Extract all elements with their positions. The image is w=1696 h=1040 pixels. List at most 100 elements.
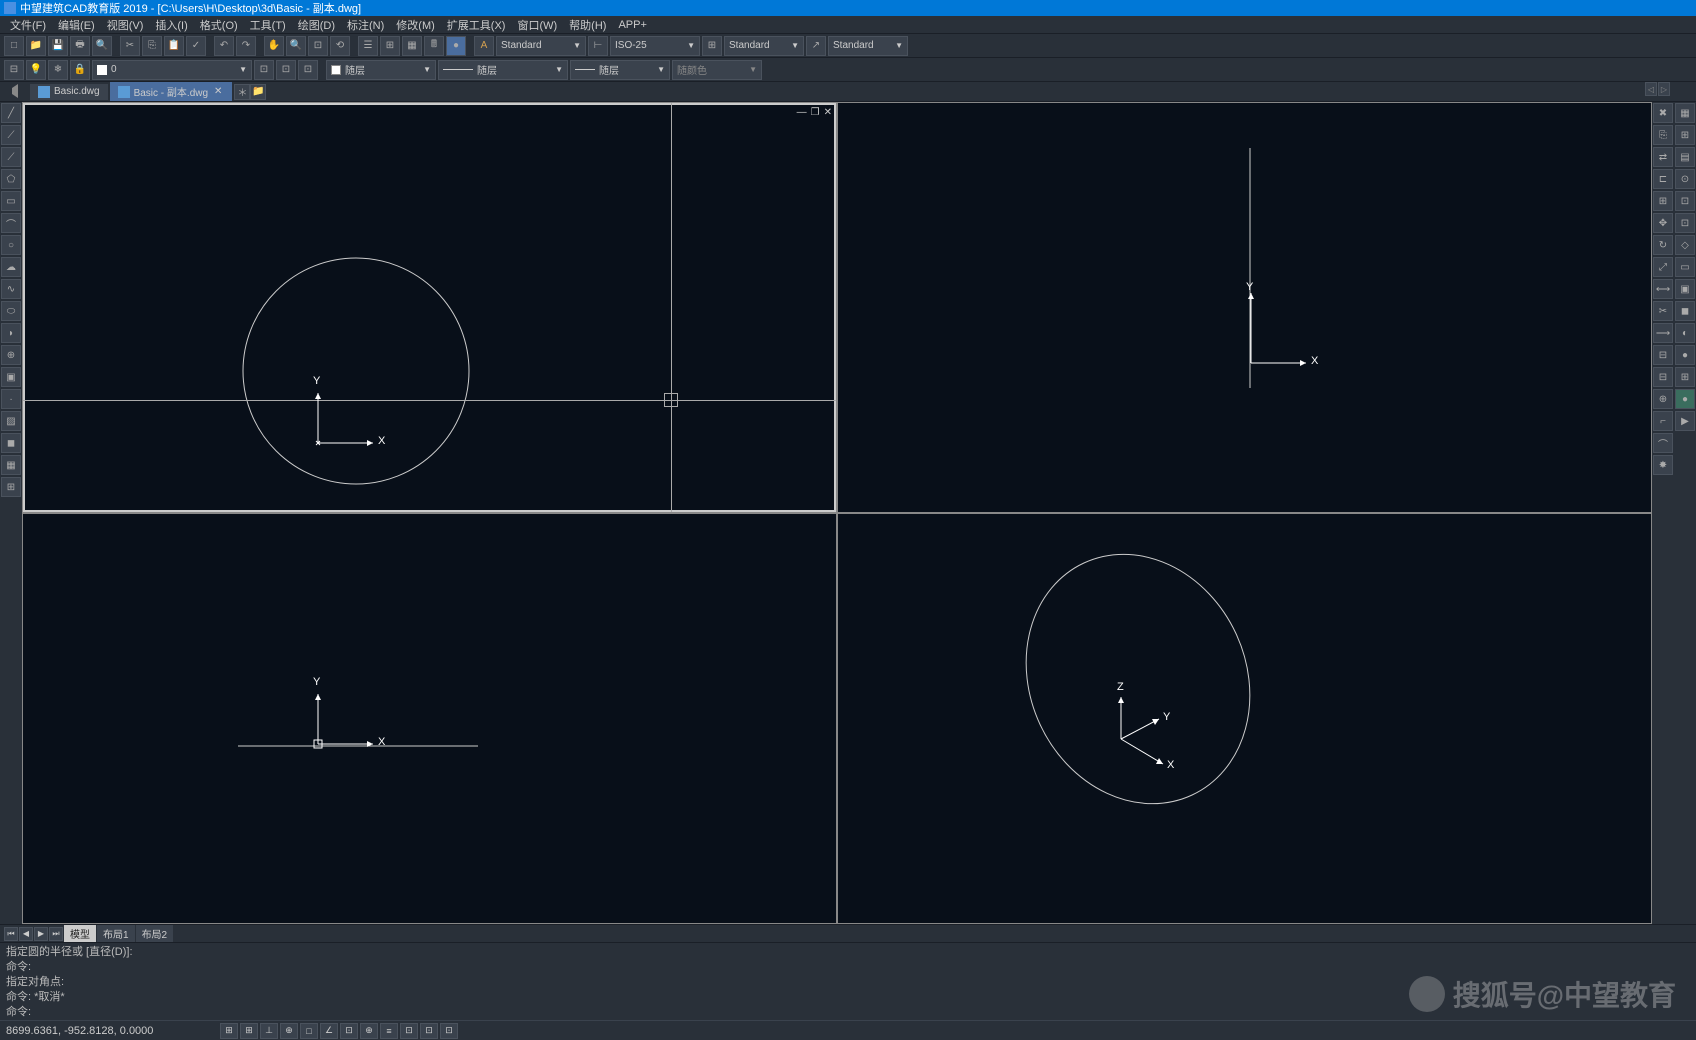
rotate-icon[interactable]: ↻ xyxy=(1653,235,1673,255)
tab-scroll-left-icon[interactable]: ◁ xyxy=(1645,82,1657,96)
line-icon[interactable]: ╱ xyxy=(1,103,21,123)
design-center-icon[interactable]: ⊞ xyxy=(380,36,400,56)
scale-icon[interactable]: ⤢ xyxy=(1653,257,1673,277)
named-views-icon[interactable]: ▤ xyxy=(1675,147,1695,167)
mleader-style-icon[interactable]: ↗ xyxy=(806,36,826,56)
menu-tools[interactable]: 工具(T) xyxy=(244,17,292,33)
menu-format[interactable]: 格式(O) xyxy=(194,17,244,33)
block-icon[interactable]: ▣ xyxy=(1,367,21,387)
doc-tab-basic-copy[interactable]: Basic - 副本.dwg ✕ xyxy=(110,82,233,101)
fillet-icon[interactable]: ⌒ xyxy=(1653,433,1673,453)
copy-icon[interactable]: ⎘ xyxy=(142,36,162,56)
trim-icon[interactable]: ✂ xyxy=(1653,301,1673,321)
osnap-icon[interactable]: □ xyxy=(300,1023,318,1039)
color-dropdown[interactable]: 随层▼ xyxy=(326,60,436,80)
top-view-icon[interactable]: ⊡ xyxy=(1675,191,1695,211)
stretch-icon[interactable]: ⟷ xyxy=(1653,279,1673,299)
layer-dropdown[interactable]: 0▼ xyxy=(92,60,252,80)
lwt-icon[interactable]: ≡ xyxy=(380,1023,398,1039)
rectangle-icon[interactable]: ▭ xyxy=(1,191,21,211)
viewport-bottom-left[interactable]: X Y xyxy=(22,513,837,924)
match-icon[interactable]: ✓ xyxy=(186,36,206,56)
ortho-icon[interactable]: ⊥ xyxy=(260,1023,278,1039)
tool-palette-icon[interactable]: ▦ xyxy=(402,36,422,56)
xline-icon[interactable]: ⟋ xyxy=(1,125,21,145)
vs-wireframe-icon[interactable]: ⊞ xyxy=(1675,367,1695,387)
menu-help[interactable]: 帮助(H) xyxy=(563,17,612,33)
dyn-icon[interactable]: ⊕ xyxy=(360,1023,378,1039)
dim-style-dropdown[interactable]: ISO-25▼ xyxy=(610,36,700,56)
mirror-icon[interactable]: ⇄ xyxy=(1653,147,1673,167)
iso-view-icon[interactable]: ◇ xyxy=(1675,235,1695,255)
command-line[interactable]: 指定圆的半径或 [直径(D)]: 命令: 指定对角点: 命令: *取消* 命令: xyxy=(0,942,1696,1020)
ellipse-arc-icon[interactable]: ◗ xyxy=(1,323,21,343)
dim-style-icon[interactable]: ⊢ xyxy=(588,36,608,56)
break-icon[interactable]: ⊟ xyxy=(1653,345,1673,365)
text-style-icon[interactable]: A xyxy=(474,36,494,56)
gradient-icon[interactable]: ◼ xyxy=(1,433,21,453)
table-style-dropdown[interactable]: Standard▼ xyxy=(724,36,804,56)
menu-file[interactable]: 文件(F) xyxy=(4,17,52,33)
qp-icon[interactable]: ⊡ xyxy=(420,1023,438,1039)
move-icon[interactable]: ✥ xyxy=(1653,213,1673,233)
layout-tab-2[interactable]: 布局2 xyxy=(136,925,174,942)
hatch-icon[interactable]: ▨ xyxy=(1,411,21,431)
extend-icon[interactable]: ⟶ xyxy=(1653,323,1673,343)
viewport-top-left[interactable]: X Y — ❐ ✕ xyxy=(22,102,837,513)
layer-state-icon[interactable]: ⊡ xyxy=(276,60,296,80)
render-vp-icon[interactable]: ● xyxy=(1675,389,1695,409)
menu-draw[interactable]: 绘图(D) xyxy=(292,17,341,33)
layer-lock-icon[interactable]: 🔒 xyxy=(70,60,90,80)
save-icon[interactable]: 💾 xyxy=(48,36,68,56)
explode-icon[interactable]: ✸ xyxy=(1653,455,1673,475)
join-icon[interactable]: ⊕ xyxy=(1653,389,1673,409)
plot-icon[interactable]: 🖶 xyxy=(70,36,90,56)
pan-icon[interactable]: ✋ xyxy=(264,36,284,56)
grid-icon[interactable]: ⊞ xyxy=(240,1023,258,1039)
close-icon[interactable]: ✕ xyxy=(824,107,832,118)
vs-conceptual-icon[interactable]: ◐ xyxy=(1675,323,1695,343)
linetype-dropdown[interactable]: 随层▼ xyxy=(438,60,568,80)
layer-freeze-icon[interactable]: ❄ xyxy=(48,60,68,80)
viewport-top-right[interactable]: X Y xyxy=(837,102,1652,513)
minimize-icon[interactable]: — xyxy=(797,107,807,118)
maximize-icon[interactable]: ❐ xyxy=(811,107,820,118)
tab-last-icon[interactable]: ⏭ xyxy=(49,927,63,941)
zoom-icon[interactable]: 🔍 xyxy=(286,36,306,56)
text-style-dropdown[interactable]: Standard▼ xyxy=(496,36,586,56)
close-icon[interactable]: ✕ xyxy=(212,86,224,97)
menu-ext[interactable]: 扩展工具(X) xyxy=(441,17,512,33)
front-view-icon[interactable]: ⊡ xyxy=(1675,213,1695,233)
cut-icon[interactable]: ✂ xyxy=(120,36,140,56)
zoom-prev-icon[interactable]: ⟲ xyxy=(330,36,350,56)
pline-icon[interactable]: ⟋ xyxy=(1,147,21,167)
undo-icon[interactable]: ↶ xyxy=(214,36,234,56)
zoom-win-icon[interactable]: ⊡ xyxy=(308,36,328,56)
open-doc-icon[interactable]: 📁 xyxy=(250,84,266,100)
ducs-icon[interactable]: ⊡ xyxy=(340,1023,358,1039)
table-style-icon[interactable]: ⊞ xyxy=(702,36,722,56)
layer-prev-icon[interactable]: ⊡ xyxy=(254,60,274,80)
palette-icon[interactable]: ▦ xyxy=(1675,103,1695,123)
snap-icon[interactable]: ⊞ xyxy=(220,1023,238,1039)
drawing-area[interactable]: X Y — ❐ ✕ X Y X Y xyxy=(22,102,1652,924)
lineweight-dropdown[interactable]: 随层▼ xyxy=(570,60,670,80)
layer-iso-icon[interactable]: ⊡ xyxy=(298,60,318,80)
new-icon[interactable]: □ xyxy=(4,36,24,56)
model-icon[interactable]: ⊡ xyxy=(400,1023,418,1039)
viewport-bottom-right[interactable]: X Y Z xyxy=(837,513,1652,924)
vs-shaded-icon[interactable]: ● xyxy=(1675,345,1695,365)
cmd-prompt[interactable]: 命令: xyxy=(6,1005,1690,1020)
render-icon[interactable]: ● xyxy=(446,36,466,56)
polygon-icon[interactable]: ⬠ xyxy=(1,169,21,189)
open-icon[interactable]: 📁 xyxy=(26,36,46,56)
doc-tab-basic[interactable]: Basic.dwg xyxy=(30,84,108,100)
vs-realistic-icon[interactable]: ◼ xyxy=(1675,301,1695,321)
tab-prev-icon[interactable]: ◀ xyxy=(19,927,33,941)
new-doc-icon[interactable]: ＊ xyxy=(234,84,250,100)
motion-icon[interactable]: ▶ xyxy=(1675,411,1695,431)
arc-icon[interactable]: ⌒ xyxy=(1,213,21,233)
layer-props-icon[interactable]: ⊟ xyxy=(4,60,24,80)
mleader-style-dropdown[interactable]: Standard▼ xyxy=(828,36,908,56)
copy-obj-icon[interactable]: ⎘ xyxy=(1653,125,1673,145)
